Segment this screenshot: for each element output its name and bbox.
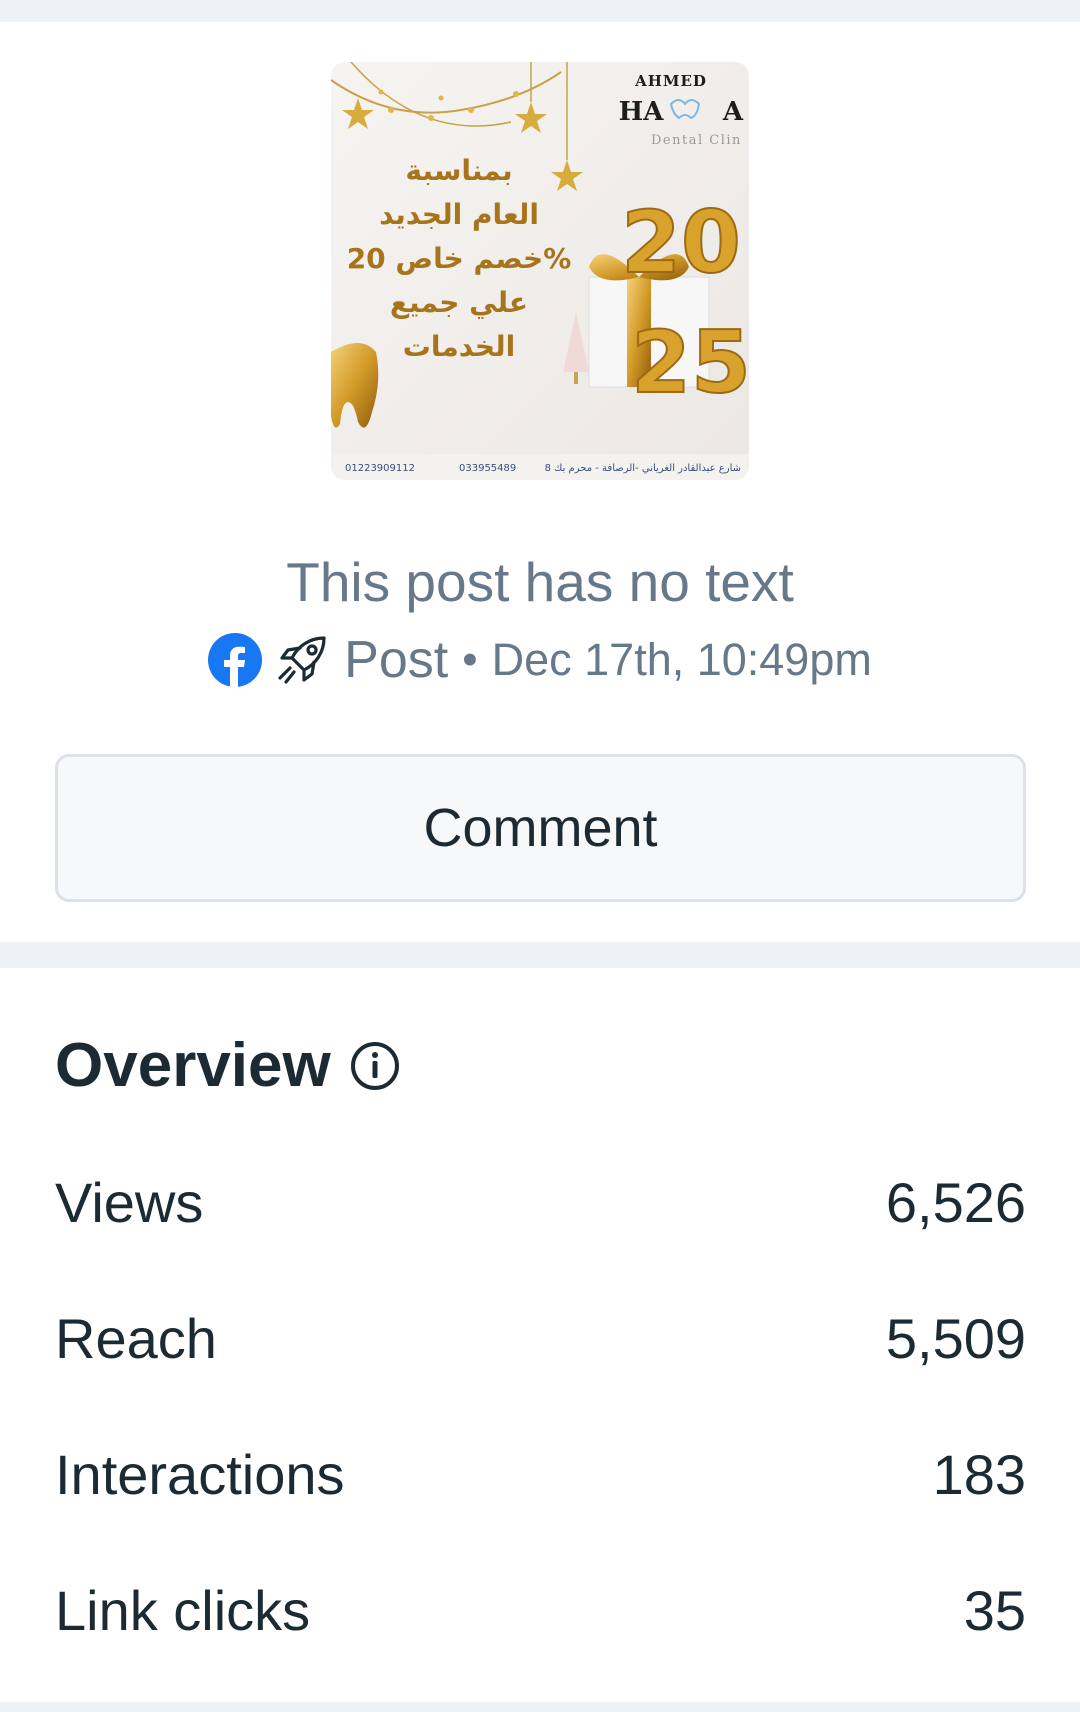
metric-row-reach: Reach 5,509 [55, 1306, 1026, 1371]
meta-separator: • [462, 635, 478, 684]
overview-title: Overview [55, 1031, 331, 1100]
image-year-bottom: 25 [631, 313, 749, 413]
image-brand-line1: AHMED [634, 72, 707, 90]
top-divider [0, 0, 1080, 22]
post-image[interactable]: AHMED HA A Dental Clin بمناسبة العام الج… [331, 62, 749, 480]
metric-value: 5,509 [885, 1307, 1026, 1370]
post-meta-row: Post • Dec 17th, 10:49pm [0, 630, 1080, 690]
image-footer-phone2: 033955489 [459, 463, 516, 474]
image-arabic-line-2: العام الجديد [379, 198, 539, 231]
image-footer-address: 8 شارع عبدالقادر الغرياني -الرصافة - محر… [545, 463, 741, 474]
metric-row-interactions: Interactions 183 [55, 1442, 1026, 1507]
metric-row-views: Views 6,526 [55, 1170, 1026, 1235]
image-brand-line2b: A [722, 97, 744, 127]
section-divider [0, 942, 1080, 968]
info-icon[interactable] [349, 1040, 401, 1092]
post-type-label: Post [344, 631, 449, 689]
rocket-icon [278, 636, 326, 684]
image-year-top: 20 [621, 193, 741, 293]
metric-label: Reach [55, 1307, 217, 1370]
bottom-divider [0, 1702, 1080, 1712]
image-brand-line3: Dental Clin [651, 133, 742, 148]
image-arabic-line-3: خصم خاص 20% [347, 242, 572, 275]
image-footer-phone1: 01223909112 [345, 463, 415, 474]
metric-value: 183 [932, 1443, 1026, 1506]
metric-label: Interactions [55, 1443, 345, 1506]
no-text-label: This post has no text [286, 551, 794, 613]
metric-label: Views [55, 1171, 204, 1234]
post-date: Dec 17th, 10:49pm [491, 634, 872, 685]
image-brand-line2: HA [619, 97, 665, 127]
metric-value: 35 [963, 1579, 1026, 1642]
image-arabic-line-1: بمناسبة [405, 154, 512, 187]
overview-heading: Overview [55, 1030, 401, 1101]
comment-button[interactable]: Comment [55, 754, 1026, 902]
metric-label: Link clicks [55, 1579, 311, 1642]
metric-value: 6,526 [885, 1171, 1026, 1234]
image-arabic-line-5: الخدمات [403, 330, 515, 363]
image-arabic-line-4: علي جميع [390, 286, 528, 319]
metric-row-link-clicks: Link clicks 35 [55, 1578, 1026, 1643]
facebook-icon [208, 633, 263, 687]
